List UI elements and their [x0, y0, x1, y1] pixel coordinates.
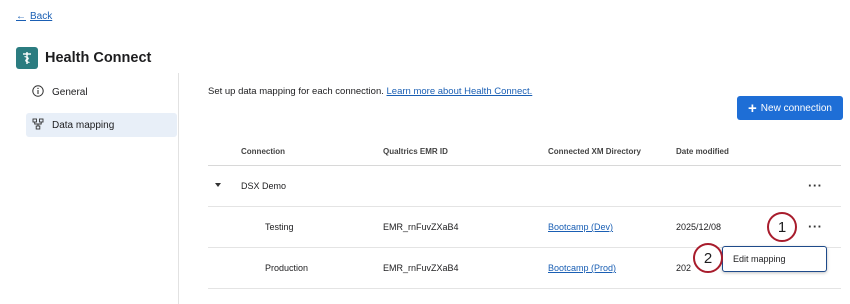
arrow-left-icon: ←	[16, 11, 26, 22]
sidebar-item-general[interactable]: General	[16, 80, 178, 104]
cell-emr-id: EMR_rnFuvZXaB4	[383, 222, 459, 232]
table-header: Connection Qualtrics EMR ID Connected XM…	[208, 139, 841, 166]
sidebar-item-label: Data mapping	[52, 119, 115, 131]
health-connect-logo-icon	[16, 47, 38, 69]
cell-date-modified: 2025/12/08	[676, 222, 722, 232]
header-connection: Connection	[241, 147, 285, 156]
callout-badge-1: 1	[767, 212, 797, 242]
header-directory: Connected XM Directory	[548, 147, 641, 156]
app-header: Health Connect	[16, 47, 151, 69]
caret-down-icon[interactable]	[215, 183, 221, 187]
cell-connection: Production	[265, 263, 309, 273]
sidebar-item-data-mapping[interactable]: Data mapping	[26, 113, 177, 137]
more-options-icon[interactable]: ···	[808, 178, 823, 193]
data-mapping-icon	[32, 118, 44, 133]
back-link[interactable]: ← Back	[16, 11, 52, 22]
learn-more-link[interactable]: Learn more about Health Connect.	[387, 86, 533, 97]
group-name: DSX Demo	[241, 181, 287, 191]
intro-label: Set up data mapping for each connection.	[208, 86, 384, 97]
back-label: Back	[30, 11, 53, 22]
cell-connection: Testing	[265, 222, 294, 232]
header-emr-id: Qualtrics EMR ID	[383, 147, 448, 156]
sidebar-item-label: General	[52, 86, 88, 98]
more-options-icon[interactable]: ···	[808, 219, 823, 234]
cell-date-modified: 202	[676, 263, 692, 273]
cell-directory-link[interactable]: Bootcamp (Dev)	[548, 222, 613, 232]
intro-text: Set up data mapping for each connection.…	[208, 86, 532, 97]
header-date-modified: Date modified	[676, 147, 729, 156]
plus-icon: +	[748, 99, 757, 117]
cell-directory-link[interactable]: Bootcamp (Prod)	[548, 263, 616, 273]
new-connection-button[interactable]: + New connection	[737, 96, 843, 120]
cell-emr-id: EMR_rnFuvZXaB4	[383, 263, 459, 273]
table-group-row: DSX Demo ···	[208, 166, 841, 207]
info-icon	[32, 84, 44, 100]
page-title: Health Connect	[45, 50, 152, 66]
table-row: Testing EMR_rnFuvZXaB4 Bootcamp (Dev) 20…	[208, 207, 841, 248]
edit-mapping-label: Edit mapping	[733, 254, 786, 264]
callout-badge-2: 2	[693, 243, 723, 273]
edit-mapping-menu-item[interactable]: Edit mapping	[722, 246, 827, 272]
sidebar-divider	[178, 73, 179, 304]
new-connection-label: New connection	[760, 102, 832, 114]
sidebar: General Data mapping	[16, 80, 178, 146]
